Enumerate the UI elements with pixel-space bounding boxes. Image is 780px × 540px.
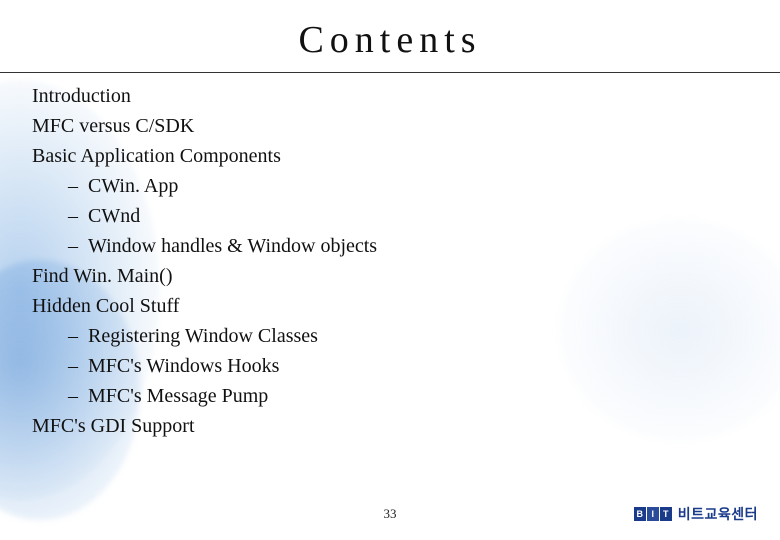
slide: Contents Introduction MFC versus C/SDK B… <box>0 0 780 540</box>
logo-letter: B <box>634 507 646 521</box>
list-subitem: CWin. App <box>32 171 780 201</box>
contents-list: Introduction MFC versus C/SDK Basic Appl… <box>0 73 780 441</box>
list-item: MFC versus C/SDK <box>32 111 780 141</box>
list-subitem: Registering Window Classes <box>32 321 780 351</box>
list-subitem: Window handles & Window objects <box>32 231 780 261</box>
logo-label: 비트교육센터 <box>678 504 758 524</box>
list-item: Find Win. Main() <box>32 261 780 291</box>
logo-letter: T <box>660 507 672 521</box>
page-title: Contents <box>0 0 780 72</box>
list-item: Hidden Cool Stuff <box>32 291 780 321</box>
list-item: MFC's GDI Support <box>32 411 780 441</box>
list-subitem: MFC's Message Pump <box>32 381 780 411</box>
page-number: 33 <box>384 506 397 522</box>
footer-logo: B I T 비트교육센터 <box>634 504 758 524</box>
list-item: Introduction <box>32 81 780 111</box>
logo-mark: B I T <box>634 507 672 521</box>
logo-letter: I <box>647 507 659 521</box>
list-subitem: MFC's Windows Hooks <box>32 351 780 381</box>
list-item: Basic Application Components <box>32 141 780 171</box>
list-subitem: CWnd <box>32 201 780 231</box>
